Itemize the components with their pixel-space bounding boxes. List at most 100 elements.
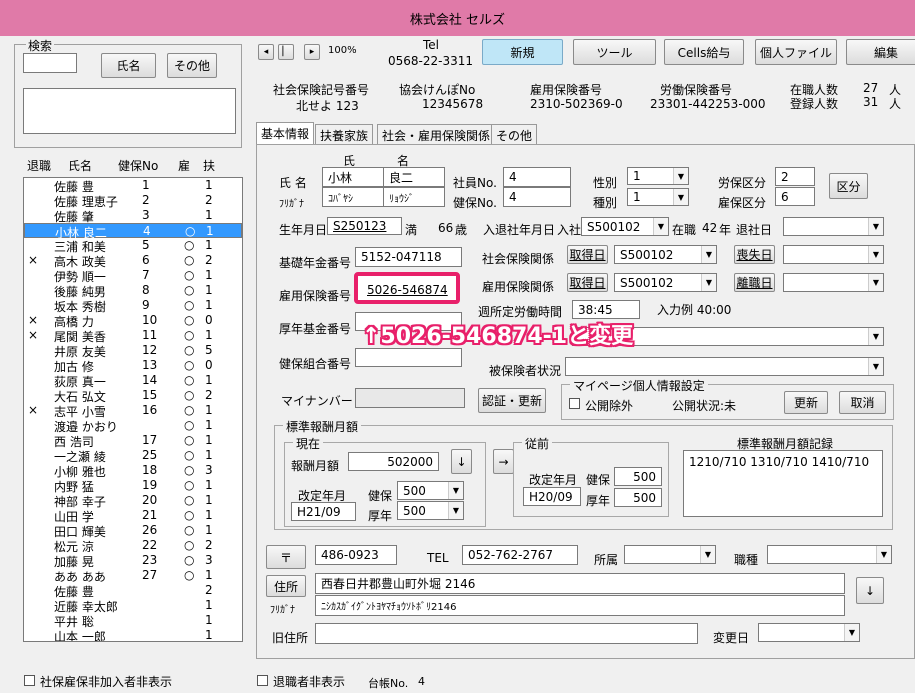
list-item[interactable]: 山田 学 21 ○ 1 [24, 508, 242, 524]
list-item[interactable]: 坂本 秀樹 9 ○ 1 [24, 298, 242, 314]
housyu-input[interactable]: 502000 [348, 452, 439, 471]
list-item[interactable]: × 尾関 美香 11 ○ 1 [24, 328, 242, 344]
auth-update-button[interactable]: 認証・更新 [478, 388, 546, 413]
tab-insurance[interactable]: 社会・雇用保険関係 [377, 124, 496, 144]
koyo-shutoku-button[interactable]: 取得日 [567, 273, 608, 292]
shakai-date-select[interactable]: S500102 ▼ [614, 245, 717, 264]
kaitei-input[interactable]: H21/09 [291, 502, 356, 521]
rishoku-button[interactable]: 離職日 [734, 273, 775, 292]
soshitsu-button[interactable]: 喪失日 [734, 245, 775, 264]
prev-kaitei-input[interactable]: H20/09 [523, 487, 581, 506]
nav-first-button[interactable]: ◂ [258, 44, 274, 60]
kubun-button[interactable]: 区分 [829, 173, 868, 199]
list-item[interactable]: 井原 友美 12 ○ 5 [24, 343, 242, 359]
list-item[interactable]: 三浦 和美 5 ○ 1 [24, 238, 242, 254]
list-item[interactable]: 平井 聡1 [24, 613, 242, 629]
other-search-button[interactable]: その他 [167, 53, 217, 78]
list-item[interactable]: 内野 猛 19 ○ 1 [24, 478, 242, 494]
rishoku-select[interactable]: ▼ [783, 273, 884, 292]
old-address-input[interactable] [315, 623, 698, 644]
name-search-button[interactable]: 氏名 [101, 53, 156, 78]
list-item[interactable]: 大石 弘文 15 ○ 2 [24, 388, 242, 404]
shozoku-select[interactable]: ▼ [624, 545, 716, 564]
list-item[interactable]: 山本 一郎 1 [24, 628, 242, 641]
shubetsu-select[interactable]: 1 ▼ [627, 188, 689, 206]
kokai-jogai-checkbox[interactable] [569, 398, 580, 409]
tab-dependents[interactable]: 扶養家族 [315, 124, 374, 144]
list-item[interactable]: × 高橋 力 10 ○ 0 [24, 313, 242, 329]
list-item[interactable]: 一之瀬 綾 25 ○ 1 [24, 448, 242, 464]
zip-input[interactable]: 486-0923 [315, 545, 397, 565]
search-input[interactable] [23, 53, 77, 73]
shokushu-select[interactable]: ▼ [767, 545, 892, 564]
zip-button[interactable]: 〒 [266, 545, 306, 569]
list-item[interactable]: ああ ああ 27 ○ 1 [24, 568, 242, 584]
list-item[interactable]: 西 浩司 17 ○ 1 [24, 433, 242, 449]
address-button[interactable]: 住所 [266, 575, 306, 597]
list-item[interactable]: 佐藤 豊2 [24, 583, 242, 599]
hide-uninsured-checkbox[interactable] [24, 675, 35, 686]
move-arrow-button[interactable]: → [493, 449, 514, 474]
list-item[interactable]: 松元 涼 22 ○ 2 [24, 538, 242, 554]
prev-kosei-input[interactable]: 500 [614, 488, 662, 507]
edit-button[interactable]: 編集 [846, 39, 915, 65]
kenpo-kumiai-input[interactable] [355, 348, 462, 367]
list-item[interactable]: 神部 幸子 20 ○ 1 [24, 493, 242, 509]
list-item[interactable]: 伊勢 順一 7 ○ 1 [24, 268, 242, 284]
new-button[interactable]: 新規 [482, 39, 563, 65]
prev-kenpo-input[interactable]: 500 [614, 467, 662, 486]
list-item[interactable]: 佐藤 肇31 [24, 208, 242, 224]
sei-kana-input[interactable]: ｺﾊﾞﾔｼ [322, 187, 384, 207]
mei-kana-input[interactable]: ﾘｮｳｼﾞ [383, 187, 445, 207]
personal-file-button[interactable]: 個人ファイル [755, 39, 837, 65]
birth-input[interactable]: S250123 [327, 217, 402, 235]
shutoku-button[interactable]: 取得日 [567, 245, 608, 264]
soshitsu-select[interactable]: ▼ [783, 245, 884, 264]
sei-input[interactable]: 小林 [322, 167, 384, 187]
tel-input[interactable]: 052-762-2767 [462, 545, 578, 565]
mypage-update-button[interactable]: 更新 [784, 391, 828, 414]
tool-button[interactable]: ツール [573, 39, 656, 65]
kana-input[interactable]: ﾆｼｶｽｶﾞｲｸﾞﾝﾄﾖﾔﾏﾁｮｳｿﾄﾎﾞﾘ2146 [315, 595, 845, 616]
hihoken-select[interactable]: ▼ [565, 357, 884, 376]
henko-select[interactable]: ▼ [758, 623, 860, 642]
kenpo-input[interactable]: 4 [503, 187, 571, 207]
list-item[interactable]: 小柳 雅也 18 ○ 3 [24, 463, 242, 479]
kosei-hyojun-select[interactable]: 500 ▼ [397, 501, 464, 520]
nav-next-button[interactable]: ▸ [304, 44, 320, 60]
mei-input[interactable]: 良二 [383, 167, 445, 187]
kenpo-hyojun-select[interactable]: 500 ▼ [397, 481, 464, 500]
nyusha-select[interactable]: S500102 ▼ [581, 217, 669, 236]
shain-input[interactable]: 4 [503, 167, 571, 187]
mynumber-input[interactable] [355, 388, 465, 408]
address-down-button[interactable]: ↓ [856, 577, 884, 604]
mypage-cancel-button[interactable]: 取消 [839, 391, 886, 414]
list-item[interactable]: 加藤 晃 23 ○ 3 [24, 553, 242, 569]
koyo-date-select[interactable]: S500102 ▼ [614, 273, 717, 292]
shotei-input[interactable]: 38:45 [572, 300, 640, 319]
list-item[interactable]: × 高木 政美 6 ○ 2 [24, 253, 242, 269]
list-item[interactable]: 田口 輝美 26 ○ 1 [24, 523, 242, 539]
list-item[interactable]: 加古 修 13 ○ 0 [24, 358, 242, 374]
housyu-down-button[interactable]: ↓ [451, 449, 472, 474]
tab-basic[interactable]: 基本情報 [256, 122, 315, 145]
search-memo-box[interactable] [23, 88, 236, 134]
tab-other[interactable]: その他 [491, 124, 538, 144]
kiso-input[interactable]: 5152-047118 [355, 247, 462, 267]
address-input[interactable]: 西春日井郡豊山町外堀 2146 [315, 573, 845, 594]
list-item[interactable]: × 志平 小雪 16 ○ 1 [24, 403, 242, 419]
list-item[interactable]: 渡邉 かおり ○ 1 [24, 418, 242, 434]
record-box[interactable]: 1210/710 1310/710 1410/710 [683, 450, 883, 517]
list-item[interactable]: 近藤 幸太郎 1 [24, 598, 242, 614]
list-item[interactable]: 小林 良二 4 ○ 1 [24, 223, 242, 240]
rouho-input[interactable]: 2 [775, 167, 815, 186]
cells-pay-button[interactable]: Cells給与 [664, 39, 744, 65]
koho-input[interactable]: 6 [775, 187, 815, 206]
list-item[interactable]: 佐藤 豊11 [24, 178, 242, 194]
nav-prev-button[interactable]: ▏ [278, 44, 294, 60]
employee-list[interactable]: 佐藤 豊 1 1 佐藤 理恵子 2 2 佐藤 肇 3 1 小林 良二 4 ○ 1 三浦 和美 5 ○ 1 × 高木 … [23, 177, 243, 642]
list-item[interactable]: 後藤 純男 8 ○ 1 [24, 283, 242, 299]
hide-retired-checkbox[interactable] [257, 675, 268, 686]
list-item[interactable]: 荻原 真一 14 ○ 1 [24, 373, 242, 389]
seibetsu-select[interactable]: 1 ▼ [627, 167, 689, 185]
